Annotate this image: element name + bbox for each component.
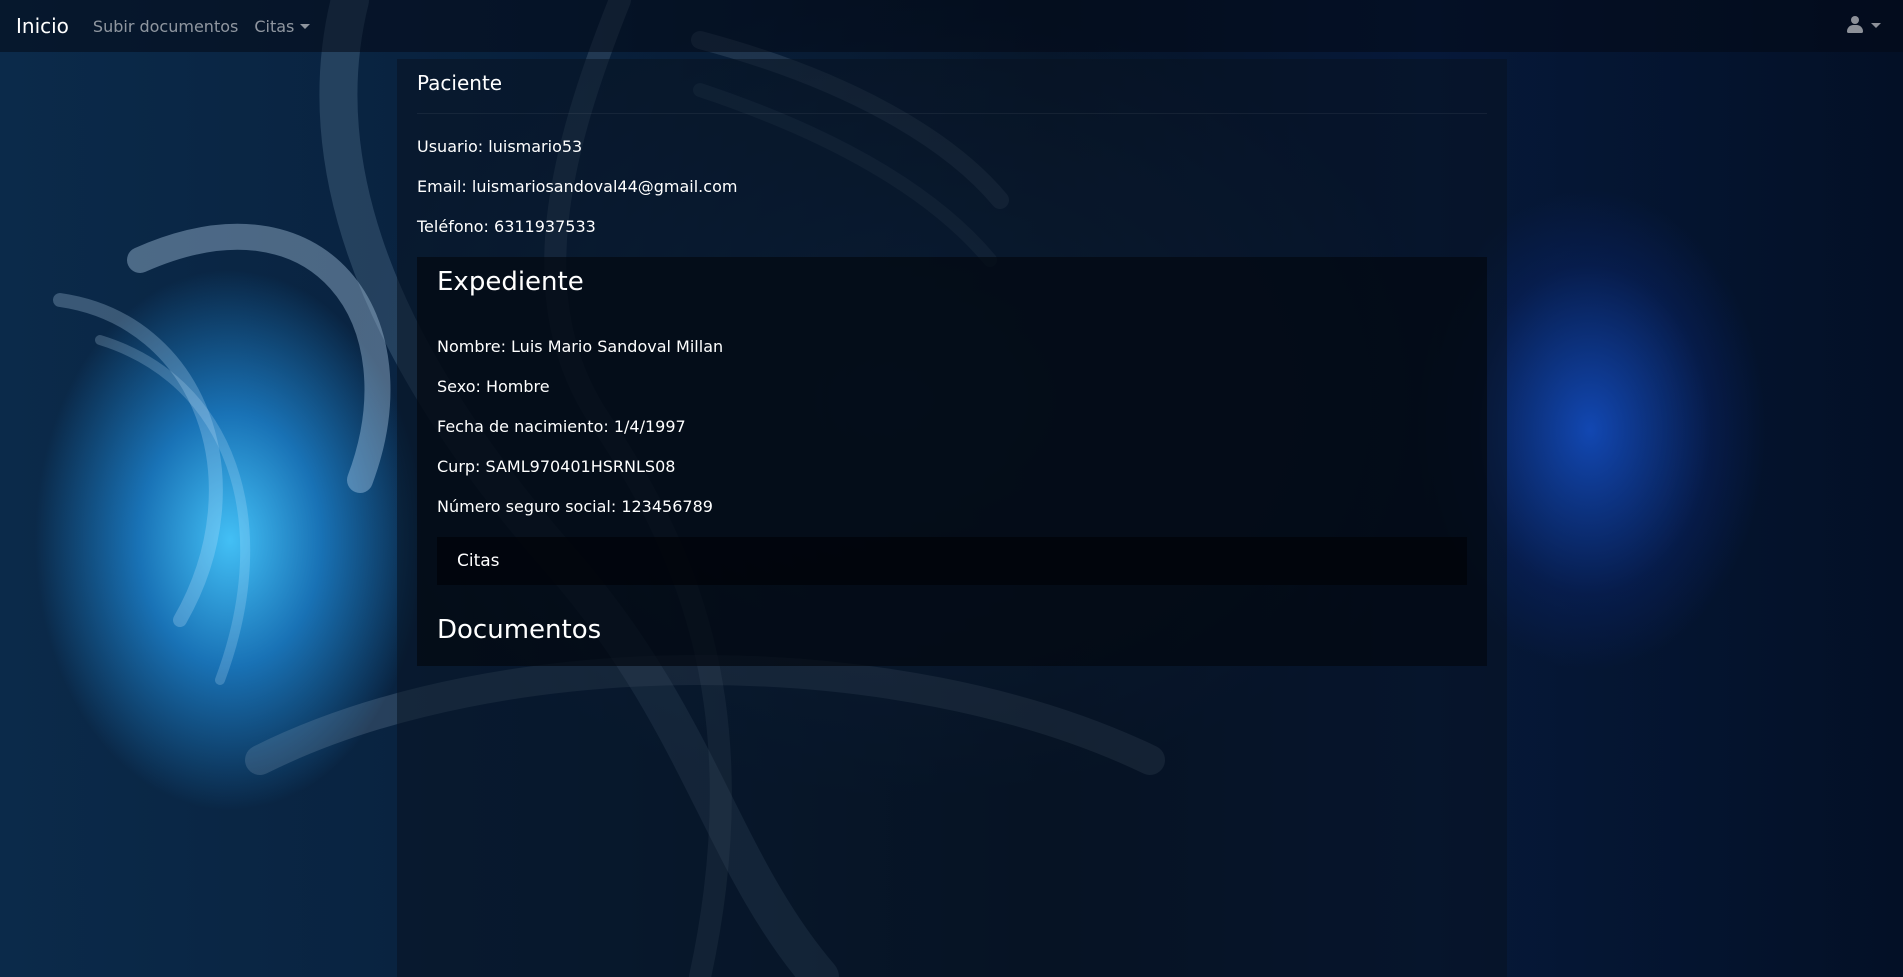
documents-title: Documentos xyxy=(437,615,602,645)
record-birthdate: Fecha de nacimiento: 1/4/1997 xyxy=(437,417,686,436)
patient-phone: Teléfono: 6311937533 xyxy=(417,217,596,236)
record-curp: Curp: SAML970401HSRNLS08 xyxy=(437,457,676,476)
appointments-label: Citas xyxy=(457,551,500,571)
nav-appointments-label: Citas xyxy=(254,16,295,36)
patient-title: Paciente xyxy=(417,71,503,95)
patient-panel: Paciente Usuario: luismario53 Email: lui… xyxy=(397,59,1507,977)
divider xyxy=(417,113,1487,114)
record-title: Expediente xyxy=(437,267,584,297)
patient-username: Usuario: luismario53 xyxy=(417,137,583,156)
user-menu-dropdown[interactable] xyxy=(1847,16,1881,34)
nav-appointments-dropdown[interactable]: Citas xyxy=(254,16,311,36)
user-icon xyxy=(1847,16,1863,34)
nav-upload-documents-link[interactable]: Subir documentos xyxy=(93,17,238,36)
chevron-down-icon xyxy=(1871,22,1881,28)
nav-home-link[interactable]: Inicio xyxy=(16,14,69,38)
medical-record-card: Expediente Nombre: Luis Mario Sandoval M… xyxy=(417,257,1487,666)
chevron-down-icon xyxy=(300,23,311,29)
patient-email: Email: luismariosandoval44@gmail.com xyxy=(417,177,738,196)
record-name: Nombre: Luis Mario Sandoval Millan xyxy=(437,337,724,356)
appointments-collapsible[interactable]: Citas xyxy=(437,537,1467,585)
record-social-security: Número seguro social: 123456789 xyxy=(437,497,713,516)
record-sex: Sexo: Hombre xyxy=(437,377,550,396)
top-navbar: Inicio Subir documentos Citas xyxy=(0,0,1903,52)
